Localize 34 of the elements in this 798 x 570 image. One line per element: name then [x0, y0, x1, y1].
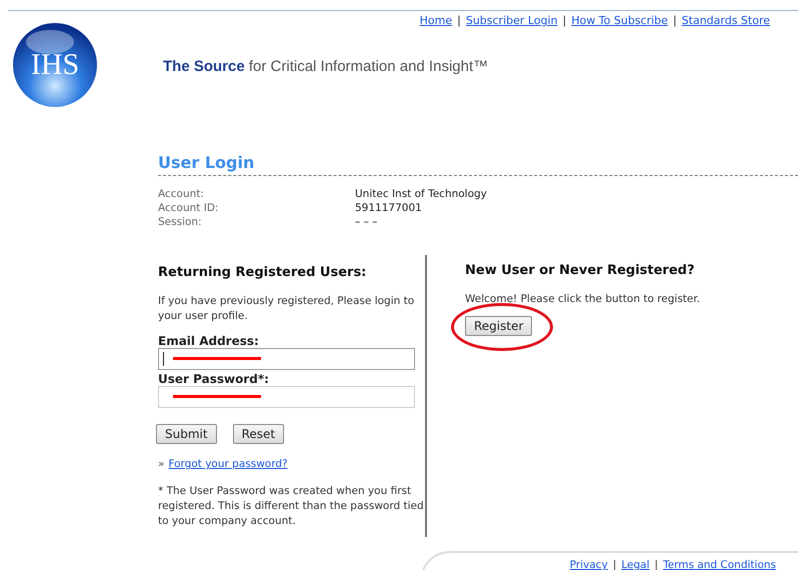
input-field[interactable]: [158, 386, 415, 408]
link-separator: |: [672, 14, 677, 27]
forgot-password-link[interactable]: Forgot your password?: [168, 458, 288, 470]
page-title: User Login: [158, 153, 798, 176]
bullet: »: [158, 458, 164, 470]
info-value: 5911177001: [355, 201, 423, 215]
section-heading: Returning Registered Users:: [158, 265, 368, 280]
welcome-text: Welcome! Please click the button to register.: [465, 292, 700, 307]
register-button[interactable]: Register: [465, 316, 532, 336]
link-separator: |: [562, 14, 566, 27]
nav-link[interactable]: Subscriber Login: [466, 14, 558, 27]
password-note: * The User Password was created when you first registered. This is different than the password tied to your company account.: [158, 484, 425, 529]
nav-link[interactable]: Standards Store: [682, 14, 770, 27]
form-button[interactable]: Reset: [232, 424, 284, 444]
info-label: Account:: [158, 187, 205, 201]
field-label: Email Address:: [158, 334, 260, 348]
footer-link[interactable]: Legal: [621, 559, 650, 570]
footer-link[interactable]: Terms and Conditions: [663, 559, 776, 570]
link-separator: |: [457, 14, 461, 27]
footer-link[interactable]: Privacy: [570, 559, 608, 570]
field-label: User Password*:: [158, 372, 270, 386]
input-field[interactable]: [158, 348, 415, 370]
text-cursor-icon: [163, 352, 164, 366]
intro-text: If you have previously registered, Please login to your user profile.: [158, 294, 416, 324]
tagline: The Source for Critical Information and Insight™: [163, 58, 488, 74]
section-heading: New User or Never Registered?: [465, 263, 696, 278]
info-label: Account ID:: [158, 201, 220, 215]
info-value: Unitec Inst of Technology: [355, 187, 488, 201]
nav-link[interactable]: Home: [420, 14, 452, 27]
info-value: – – –: [355, 215, 378, 229]
logo: IHS: [12, 22, 98, 110]
nav-link[interactable]: How To Subscribe: [571, 14, 668, 27]
info-label: Session:: [158, 215, 203, 229]
form-button[interactable]: Submit: [156, 424, 217, 444]
